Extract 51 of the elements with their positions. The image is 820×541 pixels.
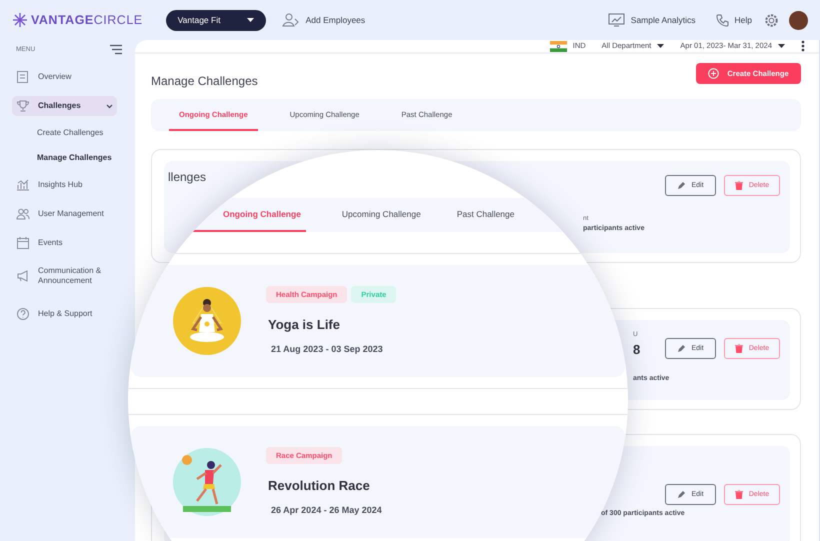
pencil-icon [677, 490, 686, 499]
caret-icon [246, 18, 254, 22]
plus-circle-icon [708, 68, 720, 79]
add-employees-link[interactable]: Add Employees [282, 13, 366, 27]
users-icon [16, 207, 30, 221]
sidebar-subitem[interactable]: Create Challenges [12, 125, 110, 141]
header-link[interactable]: Sample Analytics [608, 13, 696, 27]
trash-icon [734, 181, 743, 190]
sidebar-subitem[interactable]: Manage Challenges [12, 150, 118, 166]
product-dropdown[interactable]: Vantage Fit [166, 10, 266, 30]
help-icon [16, 307, 30, 321]
trash-icon [734, 490, 743, 500]
caret-icon [657, 44, 664, 48]
caret-icon [778, 44, 785, 48]
sidebar-item[interactable]: Help & Support [12, 304, 96, 324]
sidebar-item[interactable]: User Management [12, 204, 108, 224]
sidebar-item[interactable]: Challenges [12, 96, 117, 116]
pencil-icon [677, 182, 686, 190]
calendar-icon [16, 236, 30, 250]
trophy-icon [16, 99, 30, 113]
stat-value: 8 [633, 341, 640, 360]
sidebar-item[interactable]: Insights Hub [12, 175, 86, 195]
sidebar-item[interactable]: Events [12, 233, 66, 253]
tab[interactable]: Upcoming Challenge [324, 198, 421, 232]
sidebar-item[interactable]: Overview [12, 67, 76, 87]
challenge-title: Revolution Race [268, 477, 371, 496]
challenge-title: Yoga is Life [268, 316, 341, 334]
logo-icon [12, 12, 28, 28]
add-user-icon [282, 13, 300, 27]
logo-text: VANTAGECIRCLE [31, 12, 143, 29]
challenge-dates: 26 Apr 2024 - 26 May 2024 [271, 504, 382, 517]
more-icon[interactable] [801, 40, 805, 52]
monitor-chart-icon [608, 13, 625, 27]
header-link[interactable]: Help [716, 14, 752, 26]
challenge-dates: 21 Aug 2023 - 03 Sep 2023 [271, 342, 384, 356]
overview-icon [16, 70, 30, 84]
menu-icon[interactable] [109, 44, 123, 55]
sidebar-item[interactable]: Communication & Announcement [12, 262, 123, 290]
settings-icon[interactable] [764, 12, 779, 28]
pencil-icon [677, 344, 686, 353]
runner-illustration [173, 448, 241, 516]
tab[interactable]: Past Challenge [438, 198, 514, 232]
insights-icon [16, 178, 30, 192]
avatar[interactable] [789, 10, 808, 30]
megaphone-icon [16, 269, 30, 283]
card-heading: llenges [168, 169, 208, 186]
phone-icon [716, 14, 729, 26]
trash-icon [734, 344, 743, 354]
chevron-icon [106, 104, 113, 108]
page-title: Manage Challenges [151, 74, 258, 88]
yoga-illustration [173, 287, 241, 355]
